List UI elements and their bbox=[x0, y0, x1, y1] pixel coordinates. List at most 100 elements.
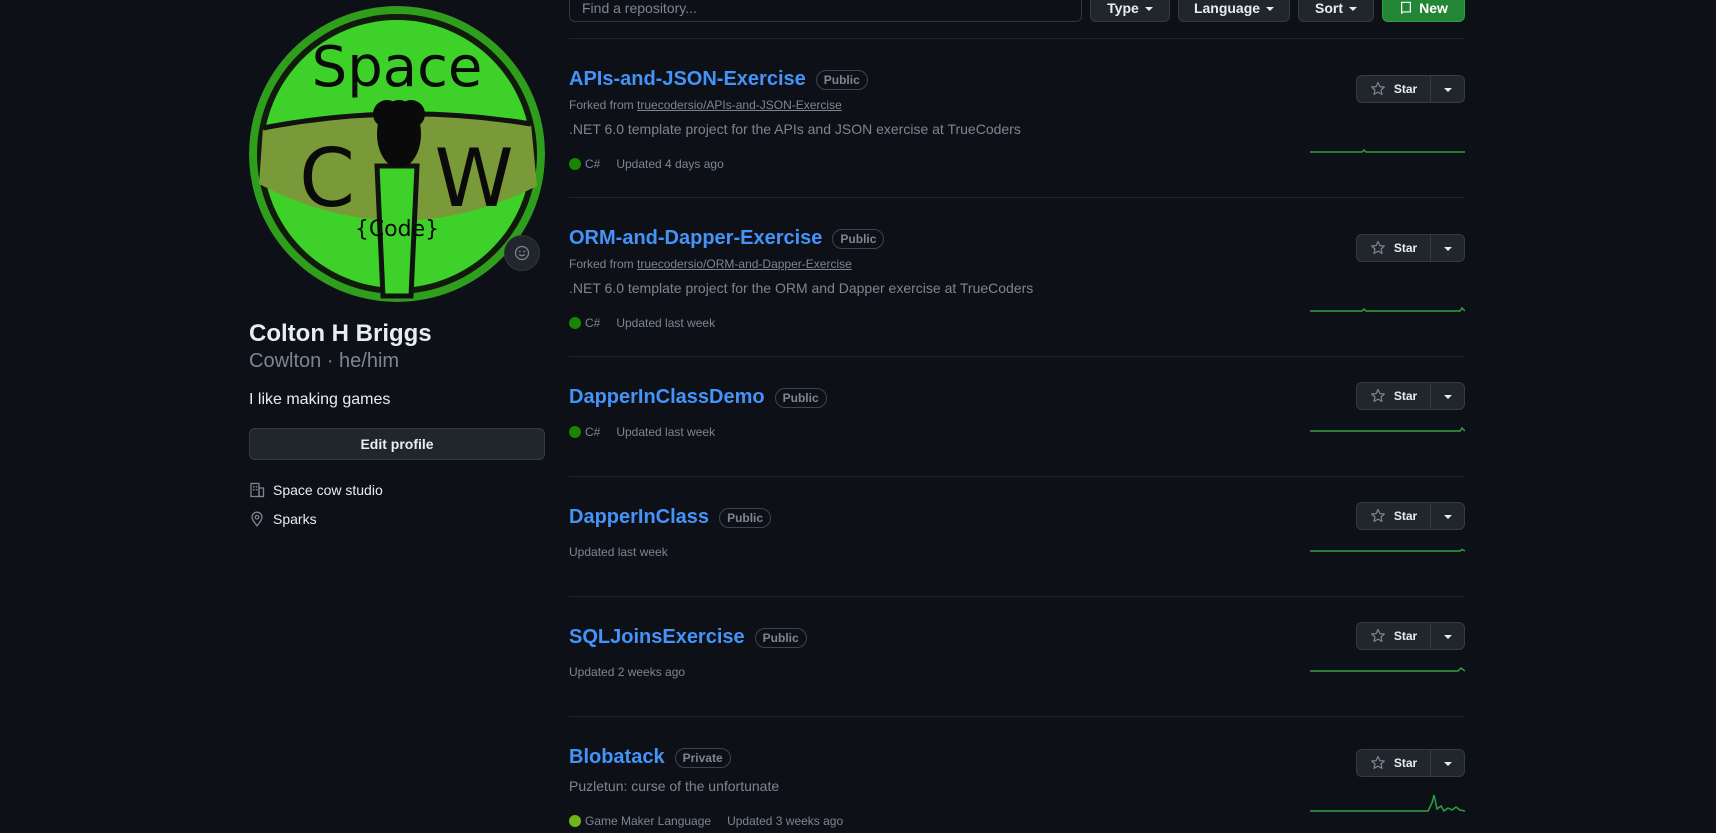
list-dropdown-button[interactable] bbox=[1431, 382, 1465, 410]
repo-meta: C# Updated 4 days ago bbox=[569, 157, 724, 171]
repo-item: ORM-and-Dapper-Exercise Public Forked fr… bbox=[569, 198, 1465, 357]
repo-name-link[interactable]: DapperInClass bbox=[569, 506, 709, 529]
location-label: Sparks bbox=[273, 511, 317, 527]
chevron-down-icon bbox=[1443, 395, 1452, 399]
visibility-badge: Public bbox=[719, 507, 772, 528]
repo-item: SQLJoinsExercise Public Updated 2 weeks … bbox=[569, 597, 1465, 717]
star-icon bbox=[1370, 240, 1385, 254]
repo-name-link[interactable]: DapperInClassDemo bbox=[569, 386, 765, 409]
repo-title-row: Blobatack Private bbox=[569, 746, 731, 769]
list-dropdown-button[interactable] bbox=[1431, 234, 1465, 262]
repo-meta: Game Maker Language Updated 3 weeks ago bbox=[569, 814, 843, 828]
repo-title-row: SQLJoinsExercise Public bbox=[569, 626, 807, 649]
repo-name-link[interactable]: Blobatack bbox=[569, 746, 665, 769]
star-label: Star bbox=[1393, 509, 1418, 523]
star-label: Star bbox=[1393, 389, 1418, 403]
star-button[interactable]: Star bbox=[1356, 234, 1431, 262]
type-filter-label: Type bbox=[1107, 0, 1139, 16]
profile-bio: I like making games bbox=[249, 391, 391, 408]
repo-title-row: APIs-and-JSON-Exercise Public bbox=[569, 68, 868, 91]
star-button[interactable]: Star bbox=[1356, 749, 1431, 777]
updated-text: Updated 4 days ago bbox=[616, 157, 724, 171]
repo-description: .NET 6.0 template project for the APIs a… bbox=[569, 121, 1021, 137]
chevron-down-icon bbox=[1266, 7, 1275, 11]
forked-from-text: Forked from truecodersio/APIs-and-JSON-E… bbox=[569, 98, 842, 112]
star-button[interactable]: Star bbox=[1356, 382, 1431, 410]
repo-name-link[interactable]: ORM-and-Dapper-Exercise bbox=[569, 227, 822, 250]
visibility-badge: Public bbox=[774, 387, 827, 408]
star-button-group: Star bbox=[1356, 749, 1465, 777]
repo-language: Game Maker Language bbox=[569, 814, 711, 828]
chevron-down-icon bbox=[1443, 247, 1452, 251]
star-button[interactable]: Star bbox=[1356, 75, 1431, 103]
list-dropdown-button[interactable] bbox=[1431, 622, 1465, 650]
forked-prefix: Forked from bbox=[569, 257, 634, 271]
activity-sparkline bbox=[1310, 548, 1465, 552]
updated-text: Updated last week bbox=[616, 425, 716, 439]
star-label: Star bbox=[1393, 629, 1418, 643]
avatar-container: Space C W {Code} bbox=[249, 0, 545, 302]
smiley-icon bbox=[514, 245, 530, 261]
star-button[interactable]: Star bbox=[1356, 622, 1431, 650]
star-button[interactable]: Star bbox=[1356, 502, 1431, 530]
repo-title-row: ORM-and-Dapper-Exercise Public bbox=[569, 227, 885, 250]
forked-from-link[interactable]: truecodersio/ORM-and-Dapper-Exercise bbox=[637, 257, 852, 271]
updated-text: Updated last week bbox=[616, 316, 716, 330]
sort-button[interactable]: Sort bbox=[1298, 0, 1374, 22]
list-dropdown-button[interactable] bbox=[1431, 749, 1465, 777]
chevron-down-icon bbox=[1349, 7, 1357, 11]
repo-meta: C# Updated last week bbox=[569, 316, 715, 330]
visibility-badge: Private bbox=[674, 747, 731, 768]
forked-from-link[interactable]: truecodersio/APIs-and-JSON-Exercise bbox=[637, 98, 842, 112]
location-item: Sparks bbox=[249, 511, 317, 527]
company-label: Space cow studio bbox=[273, 482, 383, 498]
list-dropdown-button[interactable] bbox=[1431, 502, 1465, 530]
language-label: C# bbox=[585, 425, 601, 439]
chevron-down-icon bbox=[1144, 7, 1153, 11]
profile-sidebar: Space C W {Code} Colton H Briggs Cowlton… bbox=[249, 0, 545, 527]
language-filter-label: Language bbox=[1193, 0, 1261, 16]
star-icon bbox=[1370, 388, 1385, 402]
edit-profile-button[interactable]: Edit profile bbox=[249, 428, 545, 460]
repo-icon bbox=[1401, 1, 1412, 14]
repo-description: .NET 6.0 template project for the ORM an… bbox=[569, 280, 1034, 296]
find-repository-input[interactable] bbox=[569, 0, 1082, 22]
repo-name-link[interactable]: APIs-and-JSON-Exercise bbox=[569, 68, 806, 91]
repo-title-row: DapperInClassDemo Public bbox=[569, 386, 827, 409]
star-icon bbox=[1370, 755, 1385, 769]
activity-sparkline bbox=[1310, 794, 1465, 813]
language-filter-button[interactable]: Language bbox=[1178, 0, 1290, 22]
sort-label: Sort bbox=[1315, 0, 1343, 16]
repo-title-row: DapperInClass Public bbox=[569, 506, 772, 529]
repo-name-link[interactable]: SQLJoinsExercise bbox=[569, 626, 745, 649]
activity-sparkline bbox=[1310, 426, 1465, 432]
new-repository-button[interactable]: New bbox=[1382, 0, 1465, 22]
profile-handle: Cowlton · he/him bbox=[249, 350, 400, 372]
star-label: Star bbox=[1393, 756, 1418, 770]
location-icon bbox=[251, 511, 263, 527]
profile-name: Colton H Briggs bbox=[249, 320, 432, 347]
avatar[interactable]: Space C W {Code} bbox=[249, 6, 545, 302]
set-status-button[interactable] bbox=[504, 235, 540, 271]
star-icon bbox=[1370, 508, 1385, 522]
star-button-group: Star bbox=[1356, 382, 1465, 410]
repo-language: C# bbox=[569, 157, 600, 171]
list-dropdown-button[interactable] bbox=[1431, 75, 1465, 103]
repo-meta: Updated last week bbox=[569, 545, 668, 559]
activity-sparkline bbox=[1310, 306, 1465, 312]
language-color-dot bbox=[569, 158, 581, 170]
repo-language: C# bbox=[569, 316, 600, 330]
visibility-badge: Public bbox=[815, 69, 868, 90]
new-repository-label: New bbox=[1419, 0, 1448, 16]
repo-item: APIs-and-JSON-Exercise Public Forked fro… bbox=[569, 39, 1465, 198]
visibility-badge: Public bbox=[832, 228, 885, 249]
visibility-badge: Public bbox=[754, 627, 807, 648]
repo-meta: C# Updated last week bbox=[569, 425, 715, 439]
forked-from-text: Forked from truecodersio/ORM-and-Dapper-… bbox=[569, 257, 852, 271]
language-label: Game Maker Language bbox=[585, 814, 712, 828]
svg-text:Space: Space bbox=[312, 35, 483, 100]
language-color-dot bbox=[569, 317, 581, 329]
repo-item: Blobatack Private Puzletun: curse of the… bbox=[569, 717, 1465, 833]
organization-icon bbox=[250, 482, 265, 498]
type-filter-button[interactable]: Type bbox=[1090, 0, 1170, 22]
